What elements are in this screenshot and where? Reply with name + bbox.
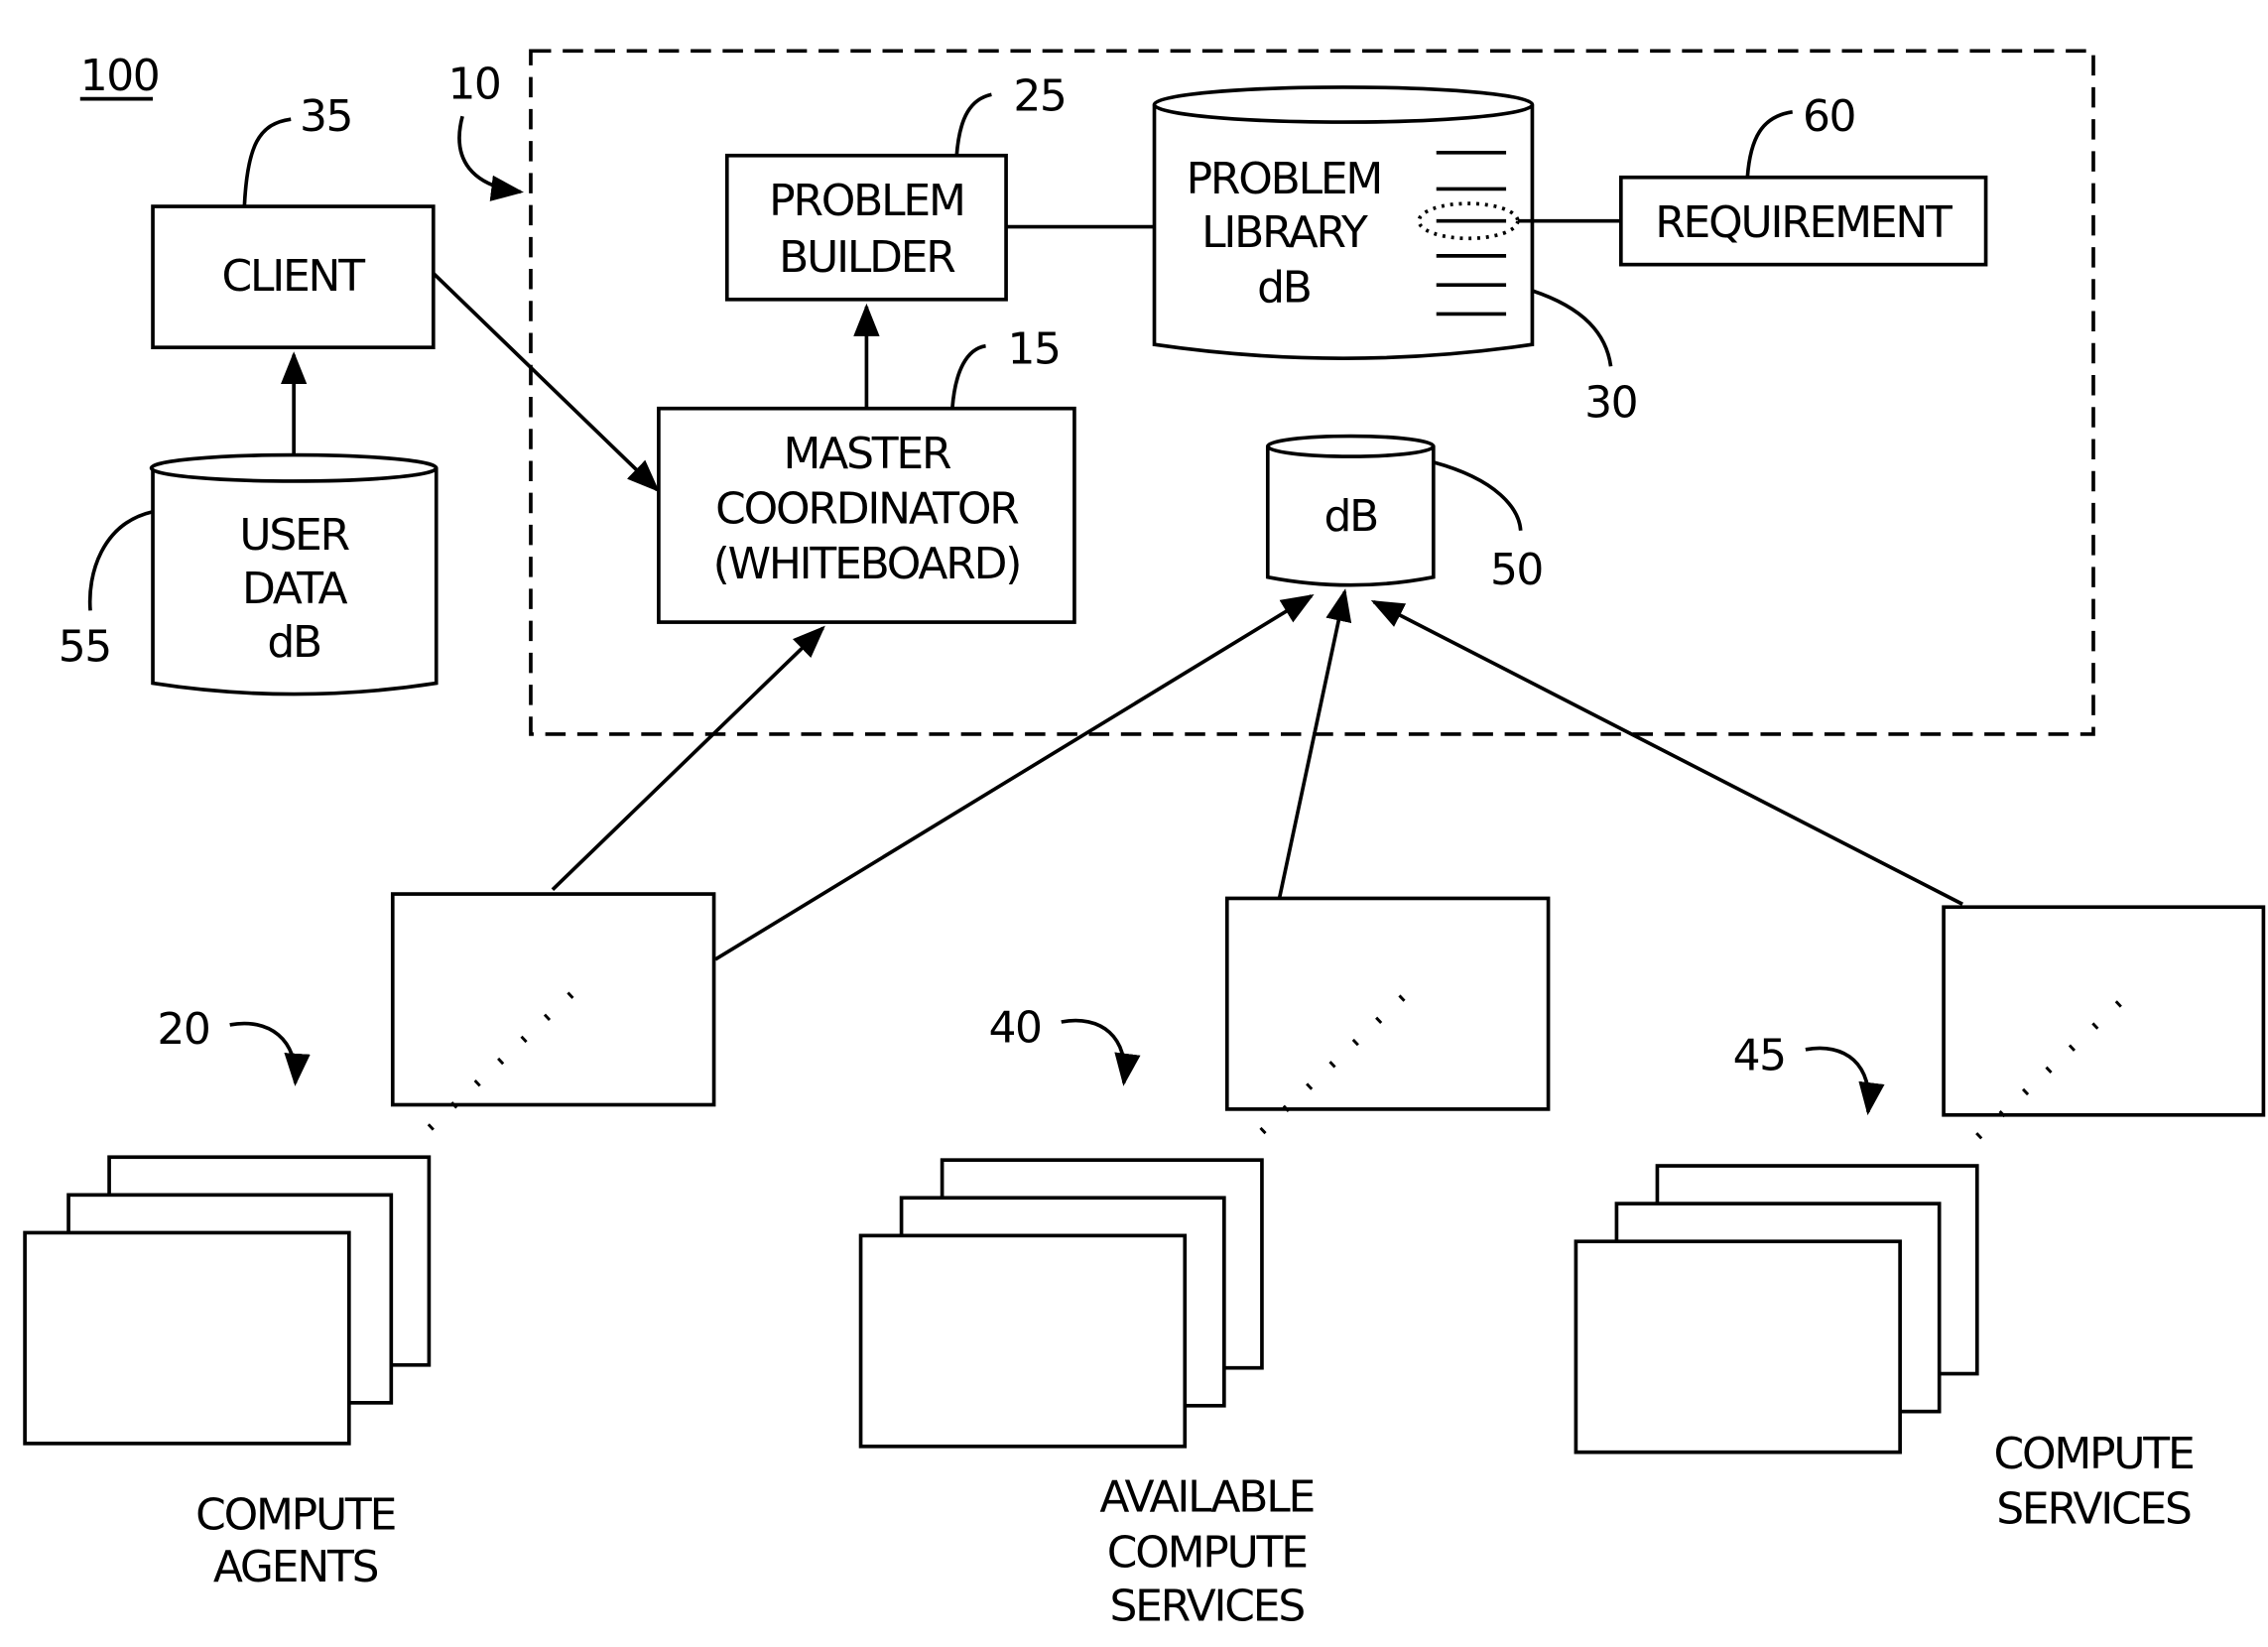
problem-builder-ref: 25	[1013, 70, 1066, 121]
available-compute-services-group: 40 AVAILABLE COMPUTE SERVICES	[858, 896, 1551, 1632]
figure-number: 100	[80, 51, 159, 101]
coordinator-leader	[950, 343, 986, 409]
client-label: CLIENT	[221, 251, 365, 302]
coordinator-line-2: COORDINATOR	[715, 483, 1019, 534]
available-services-ref: 40	[988, 1003, 1041, 1054]
compute-services-ref-arrow	[1805, 1046, 1885, 1116]
available-service-card-front	[858, 1233, 1188, 1449]
requirement-ref: 60	[1803, 91, 1855, 142]
available-services-line-1: AVAILABLE	[1099, 1472, 1314, 1523]
problem-library-db: PROBLEM LIBRARY dB	[1152, 85, 1535, 360]
compute-agents-line-1: COMPUTE	[195, 1489, 395, 1540]
requirement-box: REQUIREMENT	[1618, 175, 1988, 267]
service-card-front	[1574, 1239, 1902, 1455]
db-label: dB	[1323, 491, 1377, 542]
available-services-to-db-arrow	[1277, 588, 1352, 899]
db-50: dB	[1265, 434, 1436, 587]
services-to-db-arrow	[1370, 599, 1963, 906]
user-db-ref: 55	[59, 622, 111, 673]
library-ref: 30	[1584, 377, 1637, 428]
library-leader	[1531, 289, 1613, 367]
system-ref: 10	[447, 60, 500, 110]
client-leader	[242, 117, 292, 207]
library-line-3: dB	[1257, 263, 1311, 314]
problem-builder-line-2: BUILDER	[779, 232, 955, 283]
problem-builder-box: PROBLEM BUILDER	[724, 153, 1008, 302]
service-representative-box	[1942, 905, 2266, 1117]
agents-to-coordinator-arrow	[551, 625, 825, 891]
user-db-line-2: DATA	[242, 564, 348, 614]
requirement-label: REQUIREMENT	[1655, 197, 1953, 248]
db-ref: 50	[1490, 545, 1543, 595]
compute-agents-ref-arrow	[229, 1021, 311, 1086]
user-db-line-3: dB	[267, 617, 320, 668]
library-line-1: PROBLEM	[1187, 154, 1382, 204]
master-coordinator-box: MASTER COORDINATOR (WHITEBOARD)	[657, 406, 1076, 624]
coordinator-line-1: MASTER	[784, 429, 951, 479]
available-service-representative-box	[1224, 896, 1551, 1111]
compute-agents-ref: 20	[157, 1004, 209, 1055]
compute-agents-group: 20 COMPUTE AGENTS	[23, 892, 716, 1592]
coordinator-line-3: (WHITEBOARD)	[713, 539, 1021, 589]
user-data-db: USER DATA dB	[149, 452, 439, 697]
compute-services-ref: 45	[1733, 1030, 1786, 1080]
db-leader	[1433, 460, 1523, 531]
client-box: CLIENT	[151, 204, 436, 349]
available-services-line-2: COMPUTE	[1107, 1527, 1307, 1578]
client-to-coordinator-arrow	[432, 272, 660, 493]
user-db-line-1: USER	[239, 510, 349, 561]
library-line-2: LIBRARY	[1201, 207, 1368, 258]
compute-services-group: 45 COMPUTE SERVICES	[1574, 905, 2266, 1534]
system-diagram: 100 10 CLIENT 35 USER DATA dB 55 PROBLEM…	[23, 49, 2266, 1632]
problem-builder-leader	[954, 92, 992, 156]
available-services-line-3: SERVICES	[1109, 1582, 1304, 1632]
compute-services-line-1: COMPUTE	[1993, 1429, 2193, 1479]
agent-representative-box	[390, 892, 716, 1107]
compute-services-line-2: SERVICES	[1996, 1483, 2191, 1534]
available-services-ref-arrow	[1061, 1018, 1141, 1086]
client-ref: 35	[300, 91, 352, 142]
agent-card-front	[23, 1230, 351, 1446]
coordinator-ref: 15	[1008, 323, 1061, 374]
agents-to-db-arrow	[714, 593, 1315, 961]
requirement-leader	[1745, 110, 1793, 178]
compute-agents-line-2: AGENTS	[213, 1542, 378, 1592]
system-ref-arrow	[457, 115, 524, 201]
user-db-leader	[87, 509, 154, 611]
problem-builder-line-1: PROBLEM	[769, 176, 964, 226]
